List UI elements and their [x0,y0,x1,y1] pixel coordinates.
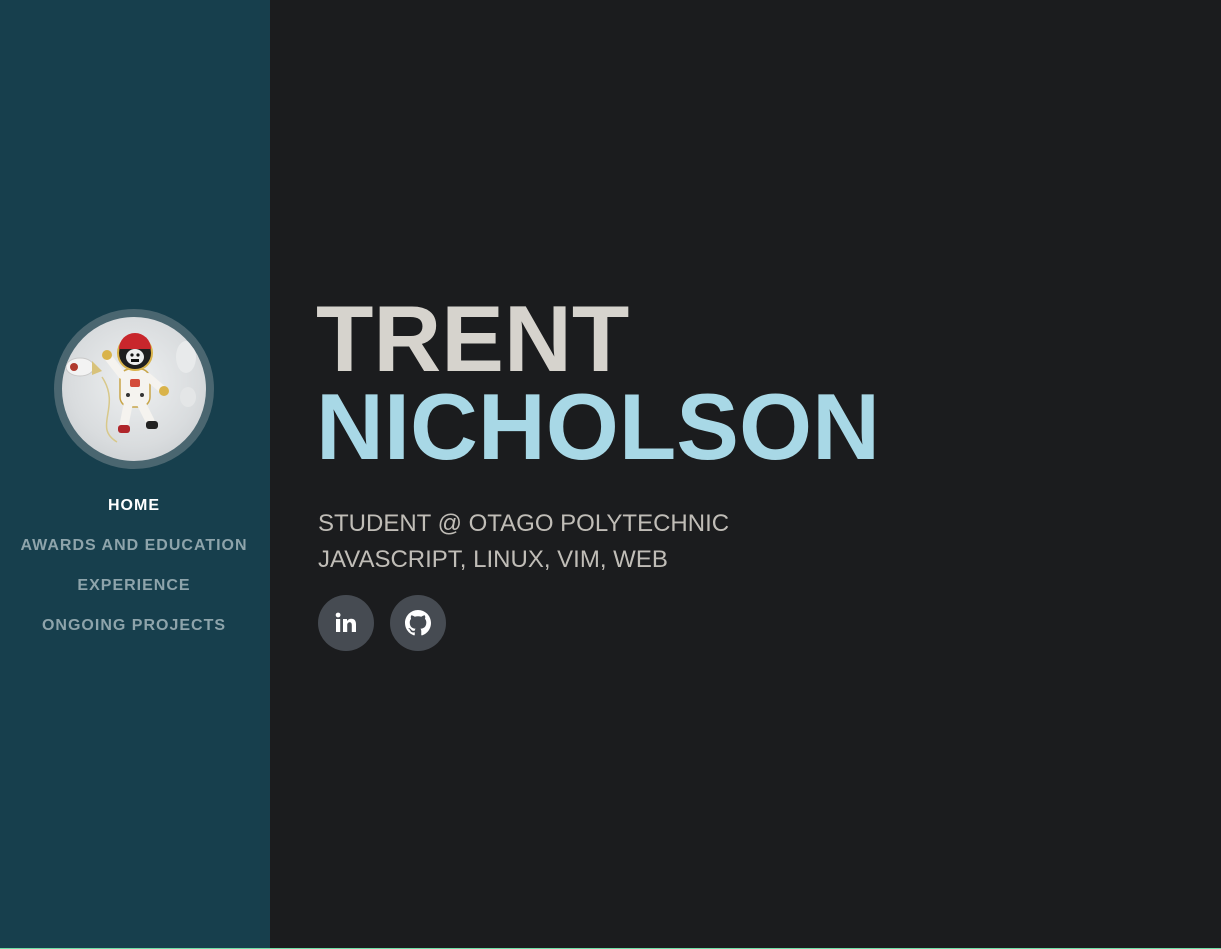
linkedin-button[interactable] [318,595,374,651]
subtitle-line-1: STUDENT @ OTAGO POLYTECHNIC [318,510,730,537]
main-content: TRENT NICHOLSON STUDENT @ OTAGO POLYTECH… [270,0,1221,949]
linkedin-icon [335,612,356,632]
sidebar-nav: HOME AWARDS AND EDUCATION EXPERIENCE ONG… [0,486,268,646]
github-button[interactable] [390,595,446,651]
last-name: NICHOLSON [316,374,880,479]
sidebar: HOME AWARDS AND EDUCATION EXPERIENCE ONG… [0,0,270,949]
astronaut-illustration [65,333,196,443]
nav-item-home[interactable]: HOME [0,486,268,526]
subtitle-line-2: JAVASCRIPT, LINUX, VIM, WEB [318,546,668,573]
avatar [54,309,214,469]
github-icon [405,610,431,636]
nav-item-experience[interactable]: EXPERIENCE [0,566,268,606]
nav-item-awards-and-education[interactable]: AWARDS AND EDUCATION [0,526,268,566]
page: HOME AWARDS AND EDUCATION EXPERIENCE ONG… [0,0,1221,949]
nav-item-ongoing-projects[interactable]: ONGOING PROJECTS [0,606,268,646]
avatar-image [62,317,206,461]
